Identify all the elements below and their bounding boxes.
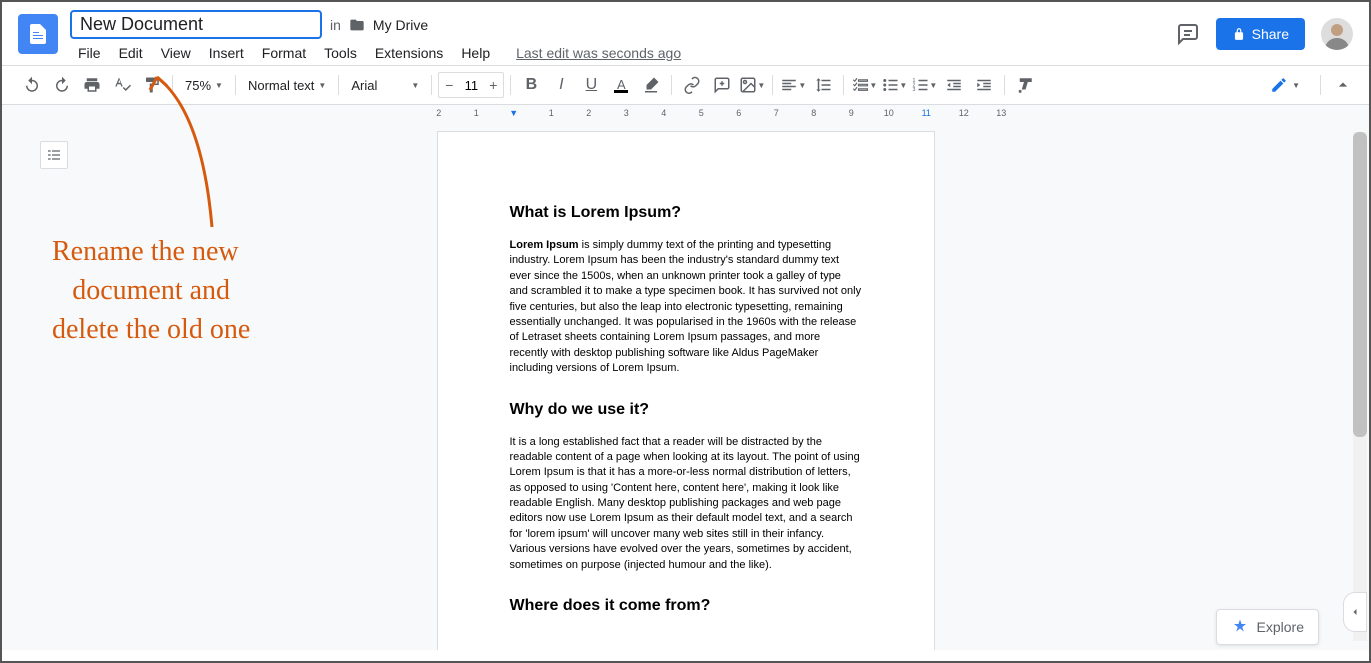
checklist-button[interactable]: ▼ xyxy=(850,71,878,99)
print-button[interactable] xyxy=(78,71,106,99)
font-size-decrease[interactable]: − xyxy=(439,73,459,97)
share-button[interactable]: Share xyxy=(1216,18,1305,50)
lock-icon xyxy=(1232,27,1246,41)
text-color-button[interactable]: A xyxy=(607,71,635,99)
underline-button[interactable]: U xyxy=(577,71,605,99)
menu-tools[interactable]: Tools xyxy=(316,41,365,65)
explore-icon xyxy=(1231,618,1249,636)
font-size-increase[interactable]: + xyxy=(483,73,503,97)
side-panel-toggle[interactable] xyxy=(1343,592,1367,632)
paragraph-2[interactable]: It is a long established fact that a rea… xyxy=(510,435,862,574)
collapse-toolbar-button[interactable] xyxy=(1333,75,1353,95)
style-select[interactable]: Normal text▼ xyxy=(242,76,332,95)
highlight-button[interactable] xyxy=(637,71,665,99)
comments-icon[interactable] xyxy=(1176,22,1200,46)
bold-button[interactable]: B xyxy=(517,71,545,99)
line-spacing-button[interactable] xyxy=(809,71,837,99)
font-select[interactable]: Arial▼ xyxy=(345,76,425,95)
heading-3[interactable]: Where does it come from? xyxy=(510,597,862,615)
in-label: in xyxy=(330,17,341,33)
folder-icon xyxy=(349,17,365,33)
last-edit-link[interactable]: Last edit was seconds ago xyxy=(516,45,681,61)
indent-increase-button[interactable] xyxy=(970,71,998,99)
drive-location[interactable]: My Drive xyxy=(373,17,428,33)
menu-extensions[interactable]: Extensions xyxy=(367,41,451,65)
redo-button[interactable] xyxy=(48,71,76,99)
menu-insert[interactable]: Insert xyxy=(201,41,252,65)
undo-button[interactable] xyxy=(18,71,46,99)
vertical-scrollbar[interactable] xyxy=(1353,132,1367,641)
menu-help[interactable]: Help xyxy=(453,41,498,65)
menu-file[interactable]: File xyxy=(70,41,109,65)
document-canvas[interactable]: What is Lorem Ipsum? Lorem Ipsum is simp… xyxy=(2,121,1369,650)
pencil-icon xyxy=(1270,76,1288,94)
link-button[interactable] xyxy=(678,71,706,99)
page[interactable]: What is Lorem Ipsum? Lorem Ipsum is simp… xyxy=(437,131,935,650)
spellcheck-button[interactable] xyxy=(108,71,136,99)
ruler[interactable]: 2 1 ▼ 1 2 3 4 5 6 7 8 9 10 11 12 13 xyxy=(2,105,1369,121)
menu-edit[interactable]: Edit xyxy=(111,41,151,65)
share-label: Share xyxy=(1252,26,1289,42)
paint-format-button[interactable] xyxy=(138,71,166,99)
explore-button[interactable]: Explore xyxy=(1216,609,1319,645)
outline-button[interactable] xyxy=(40,141,68,169)
heading-1[interactable]: What is Lorem Ipsum? xyxy=(510,204,862,222)
document-title-input[interactable] xyxy=(70,10,322,39)
number-list-button[interactable]: 123▼ xyxy=(910,71,938,99)
svg-text:3: 3 xyxy=(913,87,916,93)
menu-view[interactable]: View xyxy=(153,41,199,65)
image-button[interactable]: ▼ xyxy=(738,71,766,99)
docs-logo[interactable] xyxy=(18,14,58,54)
toolbar: 75%▼ Normal text▼ Arial▼ − + B I U A ▼ ▼… xyxy=(2,65,1369,105)
italic-button[interactable]: I xyxy=(547,71,575,99)
heading-2[interactable]: Why do we use it? xyxy=(510,401,862,419)
bullet-list-button[interactable]: ▼ xyxy=(880,71,908,99)
align-button[interactable]: ▼ xyxy=(779,71,807,99)
paragraph-1[interactable]: Lorem Ipsum is simply dummy text of the … xyxy=(510,238,862,377)
menu-format[interactable]: Format xyxy=(254,41,314,65)
account-avatar[interactable] xyxy=(1321,18,1353,50)
font-size-input[interactable] xyxy=(459,78,483,93)
indent-decrease-button[interactable] xyxy=(940,71,968,99)
edit-mode-button[interactable]: ▼ xyxy=(1262,72,1308,98)
zoom-select[interactable]: 75%▼ xyxy=(179,76,229,95)
comment-button[interactable] xyxy=(708,71,736,99)
clear-format-button[interactable] xyxy=(1011,71,1039,99)
